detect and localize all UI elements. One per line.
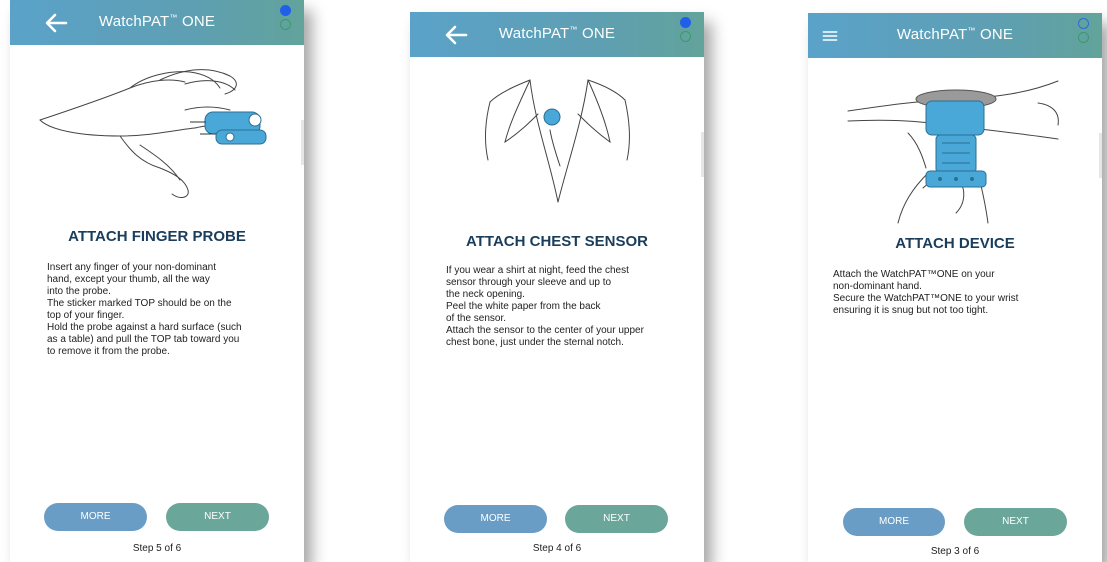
phone-screen-chest-sensor: WatchPAT™ ONE ATTACH CHEST SENSOR If you…: [410, 12, 704, 562]
phone-screen-finger-probe: WatchPAT™ ONE ATTACH FINGER PROBE Insert…: [10, 0, 304, 562]
app-title: WatchPAT™ ONE: [896, 26, 1014, 43]
page-indicator: [680, 15, 692, 45]
instruction-line: Secure the WatchPAT™ONE to your wrist: [833, 293, 1019, 304]
page-indicator: [280, 3, 292, 33]
indicator-dot: [1078, 32, 1089, 43]
instruction-line: sensor through your sleeve and up to: [446, 277, 612, 288]
indicator-dot: [680, 31, 691, 42]
app-bar: WatchPAT™ ONE: [808, 13, 1102, 58]
instruction-line: If you wear a shirt at night, feed the c…: [446, 265, 629, 276]
step-counter: Step 4 of 6: [532, 543, 582, 554]
step-counter: Step 3 of 6: [930, 546, 980, 557]
instruction-text: Attach the WatchPAT™ONE on your non-domi…: [833, 269, 1073, 317]
page-indicator: [1078, 16, 1090, 46]
app-bar: WatchPAT™ ONE: [410, 12, 704, 57]
next-button[interactable]: NEXT: [565, 505, 668, 533]
instruction-line: The sticker marked TOP should be on the: [47, 298, 232, 309]
instruction-line: to remove it from the probe.: [47, 346, 170, 357]
instruction-line: the neck opening.: [446, 289, 525, 300]
instruction-line: of the sensor.: [446, 313, 507, 324]
instruction-line: ensuring it is snug but not too tight.: [833, 305, 989, 316]
more-button[interactable]: MORE: [843, 508, 945, 536]
next-button[interactable]: NEXT: [166, 503, 269, 531]
chest-sensor-illustration: [485, 79, 630, 203]
finger-probe-illustration: [39, 69, 267, 198]
phone-screen-attach-device: WatchPAT™ ONE ATTACH DEVICE Attach the W…: [808, 13, 1102, 562]
app-bar: WatchPAT™ ONE: [10, 0, 304, 45]
instruction-line: Hold the probe against a hard surface (s…: [47, 322, 242, 333]
instruction-line: chest bone, just under the sternal notch…: [446, 337, 624, 348]
indicator-dot-active: [280, 5, 291, 16]
wrist-device-illustration: [847, 80, 1059, 224]
instruction-text: Insert any finger of your non-dominant h…: [47, 262, 287, 358]
app-title: WatchPAT™ ONE: [98, 13, 216, 30]
instruction-line: into the probe.: [47, 286, 111, 297]
instruction-line: Peel the white paper from the back: [446, 301, 601, 312]
indicator-dot: [1078, 18, 1089, 29]
step-heading: ATTACH DEVICE: [895, 235, 1015, 252]
indicator-dot: [280, 19, 291, 30]
instruction-line: non-dominant hand.: [833, 281, 922, 292]
more-button[interactable]: MORE: [444, 505, 547, 533]
instruction-line: Attach the WatchPAT™ONE on your: [833, 269, 995, 280]
instruction-line: hand, except your thumb, all the way: [47, 274, 210, 285]
instruction-line: top of your finger.: [47, 310, 125, 321]
step-heading: ATTACH FINGER PROBE: [68, 228, 246, 245]
instruction-line: Insert any finger of your non-dominant: [47, 262, 216, 273]
step-heading: ATTACH CHEST SENSOR: [466, 233, 648, 250]
next-button[interactable]: NEXT: [964, 508, 1067, 536]
step-counter: Step 5 of 6: [132, 543, 182, 554]
instruction-text: If you wear a shirt at night, feed the c…: [446, 265, 691, 349]
instruction-line: Attach the sensor to the center of your …: [446, 325, 644, 336]
instruction-line: as a table) and pull the TOP tab toward …: [47, 334, 240, 345]
more-button[interactable]: MORE: [44, 503, 147, 531]
app-title: WatchPAT™ ONE: [498, 25, 616, 42]
indicator-dot-active: [680, 17, 691, 28]
